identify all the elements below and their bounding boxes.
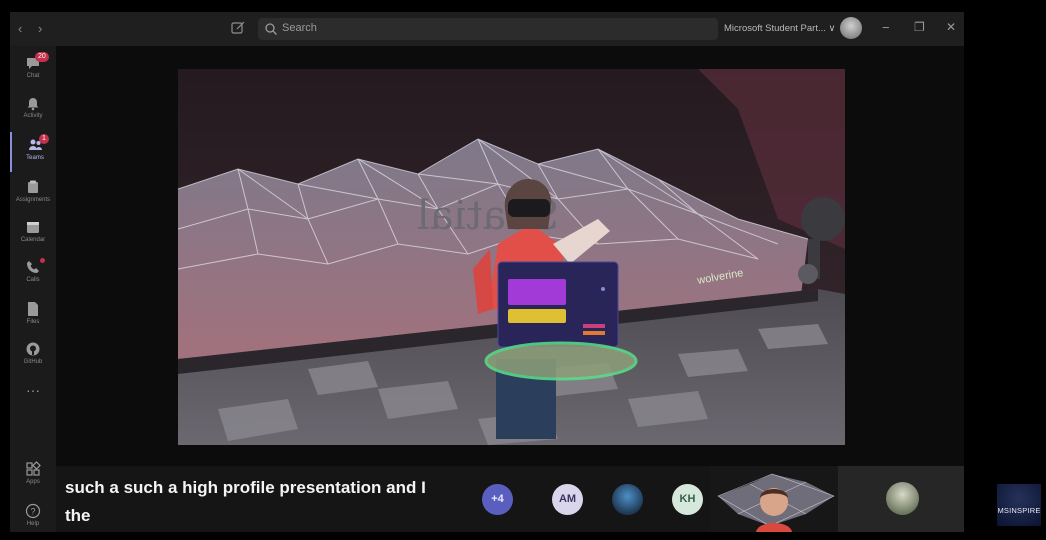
assignments-icon bbox=[28, 180, 38, 193]
platform-disc bbox=[484, 341, 638, 381]
search-icon bbox=[265, 23, 277, 35]
participant-video bbox=[710, 466, 838, 532]
call-bottom-bar: such a such a high profile presentation … bbox=[56, 466, 710, 532]
rail-item-label: Help bbox=[26, 521, 40, 527]
teams-window: ‹ › Search Microsoft Student Part... ∨ ·… bbox=[10, 12, 964, 532]
apps-icon bbox=[26, 461, 41, 476]
maximize-button[interactable]: ❐ bbox=[914, 20, 925, 34]
rail-item-github[interactable]: GitHub bbox=[10, 336, 56, 376]
rail-item-label: Calendar bbox=[20, 237, 46, 243]
rail-item-label: Assignments bbox=[15, 197, 51, 203]
live-captions: such a such a high profile presentation … bbox=[65, 474, 445, 530]
rail-item-label: Files bbox=[26, 319, 40, 325]
compose-icon[interactable] bbox=[230, 20, 246, 36]
rail-item-label: Calls bbox=[26, 277, 40, 283]
event-logo-text: MSINSPIRE bbox=[997, 506, 1041, 515]
vr-scene-video: Spatial wolverine bbox=[178, 69, 845, 445]
caption-line-1: such a such a high profile presentation … bbox=[65, 478, 426, 497]
holo-panel bbox=[497, 261, 619, 348]
rail-item-calls[interactable]: Calls bbox=[10, 254, 56, 294]
files-icon bbox=[28, 302, 38, 316]
teams-badge: 1 bbox=[39, 134, 49, 144]
rail-item-assignments[interactable]: Assignments bbox=[10, 174, 56, 214]
participant-avatar-photo[interactable] bbox=[612, 484, 643, 515]
rail-item-files[interactable]: Files bbox=[10, 296, 56, 336]
caption-line-2: the bbox=[65, 506, 91, 525]
help-icon: ? bbox=[25, 503, 41, 519]
shared-video-stage: Spatial wolverine bbox=[178, 69, 845, 445]
rail-item-chat[interactable]: Chat 20 bbox=[10, 50, 56, 90]
close-button[interactable]: ✕ bbox=[946, 20, 956, 34]
title-bar: ‹ › Search Microsoft Student Part... ∨ ·… bbox=[10, 12, 964, 46]
github-icon bbox=[26, 342, 40, 356]
calendar-icon bbox=[27, 222, 39, 233]
rail-item-calendar[interactable]: Calendar bbox=[10, 214, 56, 254]
minimize-button[interactable]: − bbox=[882, 20, 890, 35]
participant-tile-avatar[interactable] bbox=[838, 466, 964, 532]
rail-item-label: Teams bbox=[26, 155, 44, 161]
more-apps-button[interactable]: ··· bbox=[10, 382, 56, 402]
rail-item-label: Apps bbox=[26, 479, 40, 485]
event-logo: MSINSPIRE bbox=[997, 484, 1041, 526]
search-input[interactable]: Search bbox=[282, 22, 317, 34]
participant-video-tile[interactable] bbox=[710, 466, 838, 532]
rail-item-help[interactable]: ? Help bbox=[10, 498, 56, 532]
app-rail: Chat 20 Activity Teams 1 Assignments Cal… bbox=[10, 46, 56, 532]
rail-item-apps[interactable]: Apps bbox=[10, 456, 56, 496]
chevron-right-icon[interactable]: › bbox=[38, 21, 42, 36]
org-switcher[interactable]: Microsoft Student Part... ∨ bbox=[724, 23, 836, 34]
participant-avatar-am[interactable]: AM bbox=[552, 484, 583, 515]
rail-item-label: Activity bbox=[23, 113, 43, 119]
rail-item-label: Chat bbox=[26, 73, 40, 79]
rail-item-teams[interactable]: Teams 1 bbox=[10, 132, 58, 172]
chat-badge: 20 bbox=[35, 52, 49, 62]
search-box[interactable]: Search bbox=[258, 18, 718, 40]
calls-notification-dot bbox=[40, 258, 45, 263]
rail-item-activity[interactable]: Activity bbox=[10, 90, 56, 130]
svg-text:?: ? bbox=[30, 507, 35, 517]
profile-avatar[interactable] bbox=[840, 17, 862, 39]
participant-photo-avatar bbox=[886, 482, 919, 515]
participant-avatar-kh[interactable]: KH bbox=[672, 484, 703, 515]
chevron-left-icon[interactable]: ‹ bbox=[18, 21, 22, 36]
bell-icon bbox=[27, 98, 39, 111]
participant-overflow-badge[interactable]: +4 bbox=[482, 484, 513, 515]
rail-item-label: GitHub bbox=[23, 359, 43, 365]
